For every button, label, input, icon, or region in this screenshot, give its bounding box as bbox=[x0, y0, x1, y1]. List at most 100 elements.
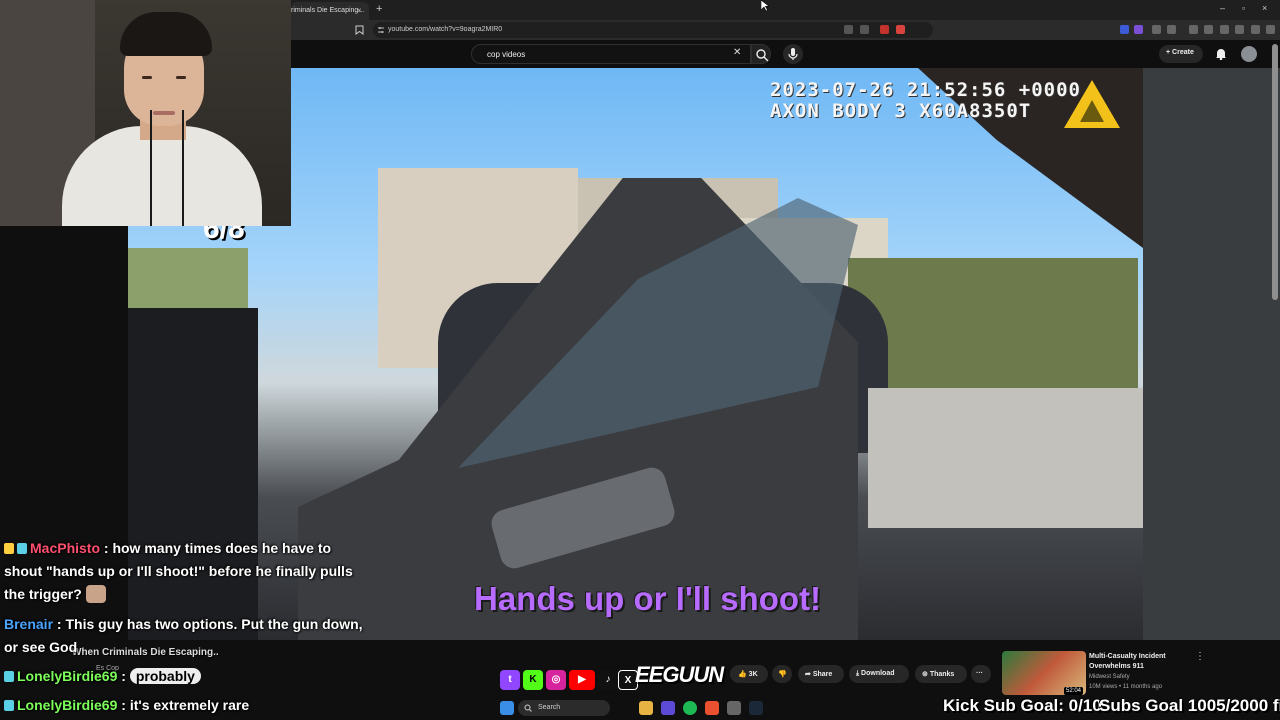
discord-icon[interactable] bbox=[661, 701, 675, 715]
extension-icon[interactable] bbox=[1120, 25, 1129, 34]
share-icon[interactable] bbox=[860, 25, 869, 34]
chat-message-continuation: or see God bbox=[4, 639, 78, 655]
streamer-eye bbox=[142, 76, 152, 79]
dislike-button[interactable]: 👎 bbox=[772, 665, 792, 683]
steam-icon[interactable] bbox=[749, 701, 763, 715]
windows-taskbar: Search bbox=[494, 698, 794, 720]
subs-goal: Subs Goal 1005/2000 fire bbox=[1099, 696, 1280, 715]
streamer-mouth bbox=[153, 111, 175, 115]
start-icon[interactable] bbox=[500, 701, 514, 715]
profile-icon[interactable] bbox=[1251, 25, 1260, 34]
webcam-overlay bbox=[0, 0, 291, 226]
create-label: Create bbox=[1172, 49, 1194, 56]
extension-icon[interactable] bbox=[1167, 25, 1176, 34]
clear-search-icon[interactable]: ✕ bbox=[733, 47, 741, 58]
recommended-video-menu-icon[interactable]: ⋮ bbox=[1195, 651, 1205, 662]
tab-title: riminals Die Escaping... bbox=[291, 7, 365, 14]
video-title: When Criminals Die Escaping.. bbox=[72, 647, 219, 658]
share-button[interactable]: ➦ Share bbox=[798, 665, 844, 683]
menu-icon[interactable] bbox=[1266, 25, 1275, 34]
download-label: Download bbox=[861, 670, 895, 677]
thumbs-up-icon: 👍 bbox=[738, 671, 747, 678]
mouse-cursor-icon bbox=[761, 0, 769, 12]
like-button[interactable]: 👍 3K bbox=[730, 665, 768, 683]
sidewalk bbox=[868, 388, 1143, 528]
youtube-header: cop videos ✕ + Create bbox=[291, 40, 1280, 68]
close-window-button[interactable]: × bbox=[1262, 3, 1267, 13]
share-icon: ➦ bbox=[805, 671, 813, 678]
extension-icon[interactable] bbox=[1134, 25, 1143, 34]
streamer-hair bbox=[120, 12, 212, 56]
video-caption: Hands up or I'll shoot! bbox=[474, 580, 821, 617]
rewards-icon[interactable] bbox=[896, 25, 905, 34]
officer-arm bbox=[128, 308, 258, 640]
thanks-icon: ⊚ bbox=[922, 671, 930, 678]
spotify-icon[interactable] bbox=[683, 701, 697, 715]
tab-close-icon[interactable]: × bbox=[357, 6, 362, 15]
extension-icon[interactable] bbox=[844, 25, 853, 34]
cat-emote-icon bbox=[85, 585, 106, 603]
vpn-icon[interactable] bbox=[1235, 25, 1244, 34]
earphone-cord bbox=[182, 110, 184, 226]
earphone-cord bbox=[150, 110, 152, 226]
thumbs-down-icon: 👎 bbox=[778, 671, 787, 678]
extension-icon[interactable] bbox=[1152, 25, 1161, 34]
download-button[interactable]: ⤓ Download bbox=[849, 665, 909, 683]
chat-badge bbox=[4, 671, 14, 682]
thanks-label: Thanks bbox=[929, 671, 955, 678]
kick-sub-goal: Kick Sub Goal: 0/10 bbox=[943, 696, 1102, 715]
chat-text: the trigger? bbox=[4, 586, 82, 602]
create-button[interactable]: + Create bbox=[1159, 45, 1203, 63]
tiktok-icon: ♪ bbox=[598, 670, 618, 690]
minimize-button[interactable]: – bbox=[1220, 3, 1225, 13]
more-actions-button[interactable]: ··· bbox=[971, 665, 991, 683]
screen: riminals Die Escaping... × + – ▫ × youtu… bbox=[0, 0, 1280, 720]
sidebar-icon[interactable] bbox=[1204, 25, 1213, 34]
chat-username: MacPhisto bbox=[30, 540, 101, 556]
chat-message: MacPhisto : how many times does he have … bbox=[4, 537, 331, 560]
search-button[interactable] bbox=[751, 44, 771, 64]
chat-badge bbox=[17, 543, 27, 554]
recommended-video-title[interactable]: Multi-Casualty Incident Overwhelms 911 bbox=[1089, 652, 1199, 672]
taskbar-search[interactable]: Search bbox=[518, 700, 610, 716]
file-explorer-icon[interactable] bbox=[639, 701, 653, 715]
chat-username: Brenair bbox=[4, 616, 54, 632]
youtube-icon: ▶ bbox=[569, 670, 595, 690]
account-avatar[interactable] bbox=[1241, 46, 1257, 62]
new-tab-button[interactable]: + bbox=[376, 3, 382, 15]
notifications-icon[interactable] bbox=[1215, 47, 1227, 60]
app-icon[interactable] bbox=[727, 701, 741, 715]
streamer-logo: EEGUUN bbox=[635, 662, 724, 687]
brave-shield-icon[interactable] bbox=[880, 25, 889, 34]
chat-message-continuation: the trigger? bbox=[4, 583, 106, 606]
thanks-button[interactable]: ⊚ Thanks bbox=[915, 665, 967, 683]
site-info-icon[interactable] bbox=[377, 26, 385, 34]
chat-text: : how many times does he have to bbox=[103, 540, 332, 556]
bookmark-icon[interactable] bbox=[355, 25, 364, 35]
bodycam-device: AXON BODY 3 X60A8350T bbox=[770, 100, 1032, 122]
chat-text: : bbox=[121, 668, 126, 684]
search-input[interactable]: cop videos bbox=[471, 44, 751, 64]
browser-tab-bar: riminals Die Escaping... × + – ▫ × bbox=[291, 0, 1280, 20]
chat-message-continuation: shout "hands up or I'll shoot!" before h… bbox=[4, 563, 353, 579]
trees bbox=[848, 258, 1138, 398]
social-icons-overlay: t K ◎ ▶ ♪ X EEGUUN bbox=[500, 662, 724, 698]
url-text: youtube.com/watch?v=9oagra2MIR0 bbox=[388, 26, 503, 33]
media-icon[interactable] bbox=[1189, 25, 1198, 34]
voice-search-button[interactable] bbox=[783, 44, 803, 64]
like-count: 3K bbox=[748, 671, 758, 678]
mic-icon bbox=[788, 48, 798, 60]
wallet-icon[interactable] bbox=[1220, 25, 1229, 34]
brave-icon[interactable] bbox=[705, 701, 719, 715]
page-scrollbar[interactable] bbox=[1272, 44, 1278, 300]
recommended-video-channel[interactable]: Midwest Safety bbox=[1089, 674, 1130, 680]
maximize-button[interactable]: ▫ bbox=[1242, 3, 1245, 13]
share-label: Share bbox=[812, 671, 833, 678]
chat-badge bbox=[4, 700, 14, 711]
browser-tab[interactable]: riminals Die Escaping... × bbox=[291, 2, 369, 20]
chat-emote-text: probably bbox=[129, 668, 201, 684]
bodycam-hud: 2023-07-26 21:52:56 +0000 AXON BODY 3 X6… bbox=[770, 80, 1081, 122]
right-panel bbox=[1143, 68, 1280, 640]
twitch-icon: t bbox=[500, 670, 520, 690]
address-bar-row: youtube.com/watch?v=9oagra2MIR0 bbox=[291, 20, 1280, 40]
